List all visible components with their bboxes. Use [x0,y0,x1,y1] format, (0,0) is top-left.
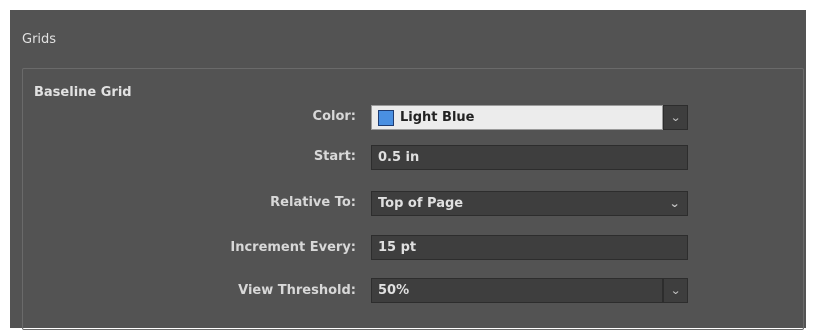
preferences-panel: Grids Baseline Grid Color: Light Blue ⌄ … [10,10,806,330]
panel-title: Grids [22,32,57,47]
increment-every-input[interactable]: 15 pt [371,235,688,260]
group-title: Baseline Grid [34,85,132,100]
view-threshold-dropdown-button[interactable]: ⌄ [663,278,688,303]
relative-to-value: Top of Page [378,196,464,211]
view-threshold-label: View Threshold: [238,283,356,298]
color-label: Color: [312,109,356,124]
chevron-down-icon: ⌄ [669,111,682,124]
color-dropdown-button[interactable]: ⌄ [663,105,688,130]
start-label: Start: [313,149,356,164]
color-swatch [378,109,394,126]
chevron-down-icon: ⌄ [669,284,682,297]
relative-to-label: Relative To: [270,195,356,210]
increment-every-value: 15 pt [378,240,417,255]
view-threshold-input[interactable]: 50% [371,278,663,303]
increment-every-label: Increment Every: [230,240,356,255]
start-value: 0.5 in [378,150,420,165]
color-dropdown[interactable]: Light Blue [371,105,663,130]
chevron-down-icon: ⌄ [668,197,680,210]
relative-to-dropdown[interactable]: Top of Page ⌄ [371,191,688,216]
start-input[interactable]: 0.5 in [371,145,688,170]
view-threshold-value: 50% [378,283,410,298]
color-value: Light Blue [400,110,475,125]
